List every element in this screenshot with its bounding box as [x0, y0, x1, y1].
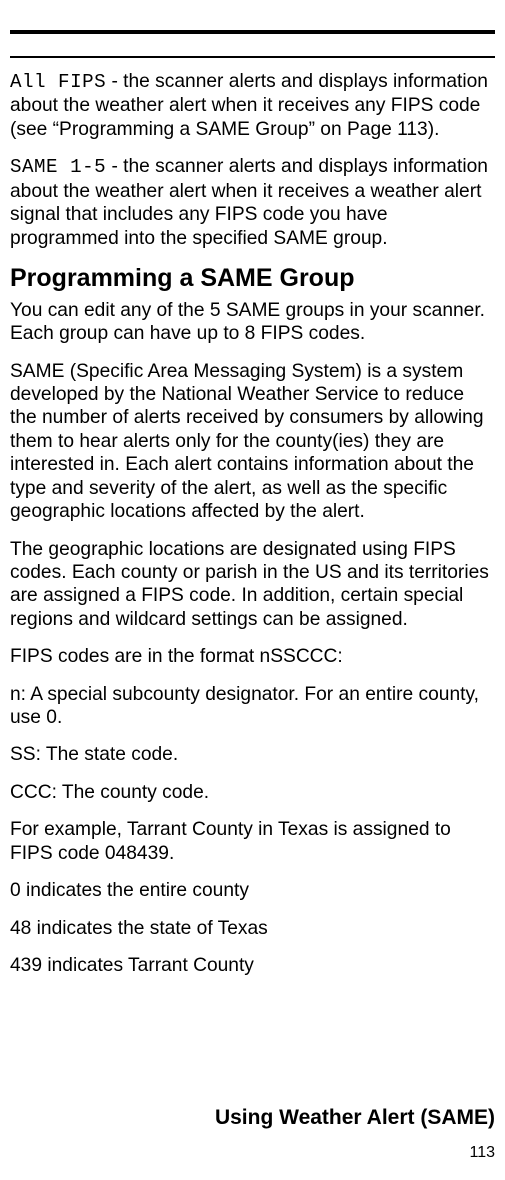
mono-all-fips: All FIPS	[10, 71, 106, 93]
para-ccc-county: CCC: The county code.	[10, 781, 495, 804]
para-edit-groups: You can edit any of the 5 SAME groups in…	[10, 299, 495, 346]
top-rule-thin	[10, 56, 495, 58]
para-same-definition: SAME (Specific Area Messaging System) is…	[10, 360, 495, 524]
para-439-tarrant: 439 indicates Tarrant County	[10, 954, 495, 977]
para-same-1-5: SAME 1-5 - the scanner alerts and displa…	[10, 155, 495, 250]
page-content: All FIPS - the scanner alerts and displa…	[10, 70, 495, 977]
page-number: 113	[469, 1144, 495, 1162]
mono-same-1-5: SAME 1-5	[10, 156, 106, 178]
para-all-fips: All FIPS - the scanner alerts and displa…	[10, 70, 495, 141]
para-48-texas: 48 indicates the state of Texas	[10, 917, 495, 940]
footer-section-title: Using Weather Alert (SAME)	[215, 1106, 495, 1130]
heading-programming-same-group: Programming a SAME Group	[10, 264, 495, 293]
para-fips-designation: The geographic locations are designated …	[10, 538, 495, 632]
top-rule-thick	[10, 30, 495, 34]
para-tarrant-example: For example, Tarrant County in Texas is …	[10, 818, 495, 865]
para-0-entire-county: 0 indicates the entire county	[10, 879, 495, 902]
para-fips-format: FIPS codes are in the format nSSCCC:	[10, 645, 495, 668]
para-ss-state: SS: The state code.	[10, 743, 495, 766]
para-n-designator: n: A special subcounty designator. For a…	[10, 683, 495, 730]
